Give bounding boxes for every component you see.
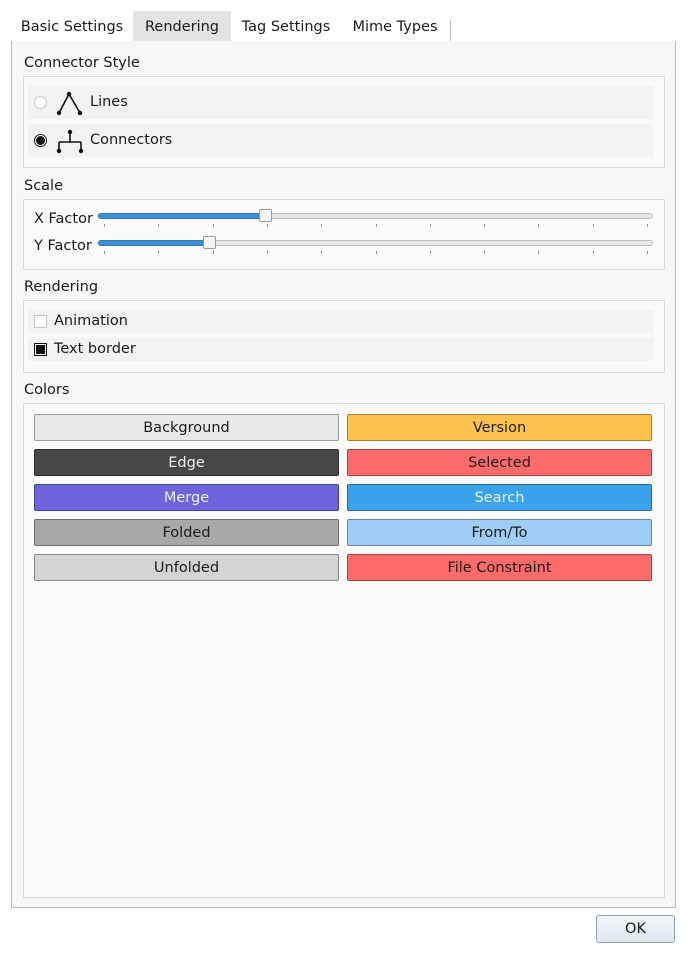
color-button-file-constraint[interactable]: File Constraint xyxy=(347,554,652,581)
lines-icon xyxy=(56,91,83,116)
tab-mime-types[interactable]: Mime Types xyxy=(344,11,446,42)
color-button-background[interactable]: Background xyxy=(34,414,339,441)
color-button-edge[interactable]: Edge xyxy=(34,449,339,476)
y-factor-slider-tick xyxy=(430,251,431,254)
y-factor-slider-tick xyxy=(484,251,485,254)
x-factor-slider-tick xyxy=(213,224,214,227)
y-factor-slider-fill xyxy=(98,240,211,246)
text-border-checkbox[interactable] xyxy=(34,343,47,356)
x-factor-slider-tick xyxy=(538,224,539,227)
color-button-version[interactable]: Version xyxy=(347,414,652,441)
lines-radio[interactable] xyxy=(34,96,47,109)
y-factor-slider[interactable] xyxy=(98,234,653,254)
animation-label: Animation xyxy=(54,313,128,329)
y-factor-slider-tick xyxy=(213,251,214,254)
x-factor-slider-tick xyxy=(593,224,594,227)
color-button-unfolded[interactable]: Unfolded xyxy=(34,554,339,581)
colors-title: Colors xyxy=(24,382,70,398)
connectors-radio[interactable] xyxy=(34,134,47,147)
x-factor-label: X Factor xyxy=(34,211,93,227)
x-factor-slider-tick xyxy=(321,224,322,227)
tab-tag-settings[interactable]: Tag Settings xyxy=(236,11,336,42)
animation-checkbox[interactable] xyxy=(34,315,47,328)
x-factor-slider-tick xyxy=(484,224,485,227)
x-factor-slider-tick xyxy=(158,224,159,227)
x-factor-slider-handle[interactable] xyxy=(259,209,272,222)
color-button-search[interactable]: Search xyxy=(347,484,652,511)
connectors-icon xyxy=(56,129,84,154)
color-button-folded[interactable]: Folded xyxy=(34,519,339,546)
x-factor-slider-fill xyxy=(98,213,267,219)
y-factor-slider-tick xyxy=(647,251,648,254)
y-factor-slider-tick xyxy=(321,251,322,254)
x-factor-slider[interactable] xyxy=(98,207,653,227)
y-factor-slider-handle[interactable] xyxy=(203,236,216,249)
x-factor-slider-tick xyxy=(104,224,105,227)
x-factor-slider-tick xyxy=(430,224,431,227)
x-factor-slider-tick xyxy=(376,224,377,227)
y-factor-slider-tick xyxy=(267,251,268,254)
tab-rendering[interactable]: Rendering xyxy=(133,11,231,43)
y-factor-slider-tick xyxy=(376,251,377,254)
y-factor-slider-tick xyxy=(593,251,594,254)
color-button-from-to[interactable]: From/To xyxy=(347,519,652,546)
text-border-label: Text border xyxy=(54,341,136,357)
tab-separator xyxy=(450,20,451,41)
rendering-title: Rendering xyxy=(24,279,99,295)
tab-basic-settings[interactable]: Basic Settings xyxy=(16,11,128,42)
ok-button[interactable]: OK xyxy=(596,915,675,943)
lines-label: Lines xyxy=(90,94,128,110)
color-button-selected[interactable]: Selected xyxy=(347,449,652,476)
color-button-merge[interactable]: Merge xyxy=(34,484,339,511)
connectors-label: Connectors xyxy=(90,132,173,148)
y-factor-slider-tick xyxy=(158,251,159,254)
connector-style-title: Connector Style xyxy=(24,55,140,71)
x-factor-slider-tick xyxy=(267,224,268,227)
y-factor-slider-tick xyxy=(538,251,539,254)
y-factor-slider-tick xyxy=(104,251,105,254)
colors-group xyxy=(23,403,665,898)
y-factor-label: Y Factor xyxy=(34,238,92,254)
x-factor-slider-tick xyxy=(647,224,648,227)
scale-title: Scale xyxy=(24,178,64,194)
